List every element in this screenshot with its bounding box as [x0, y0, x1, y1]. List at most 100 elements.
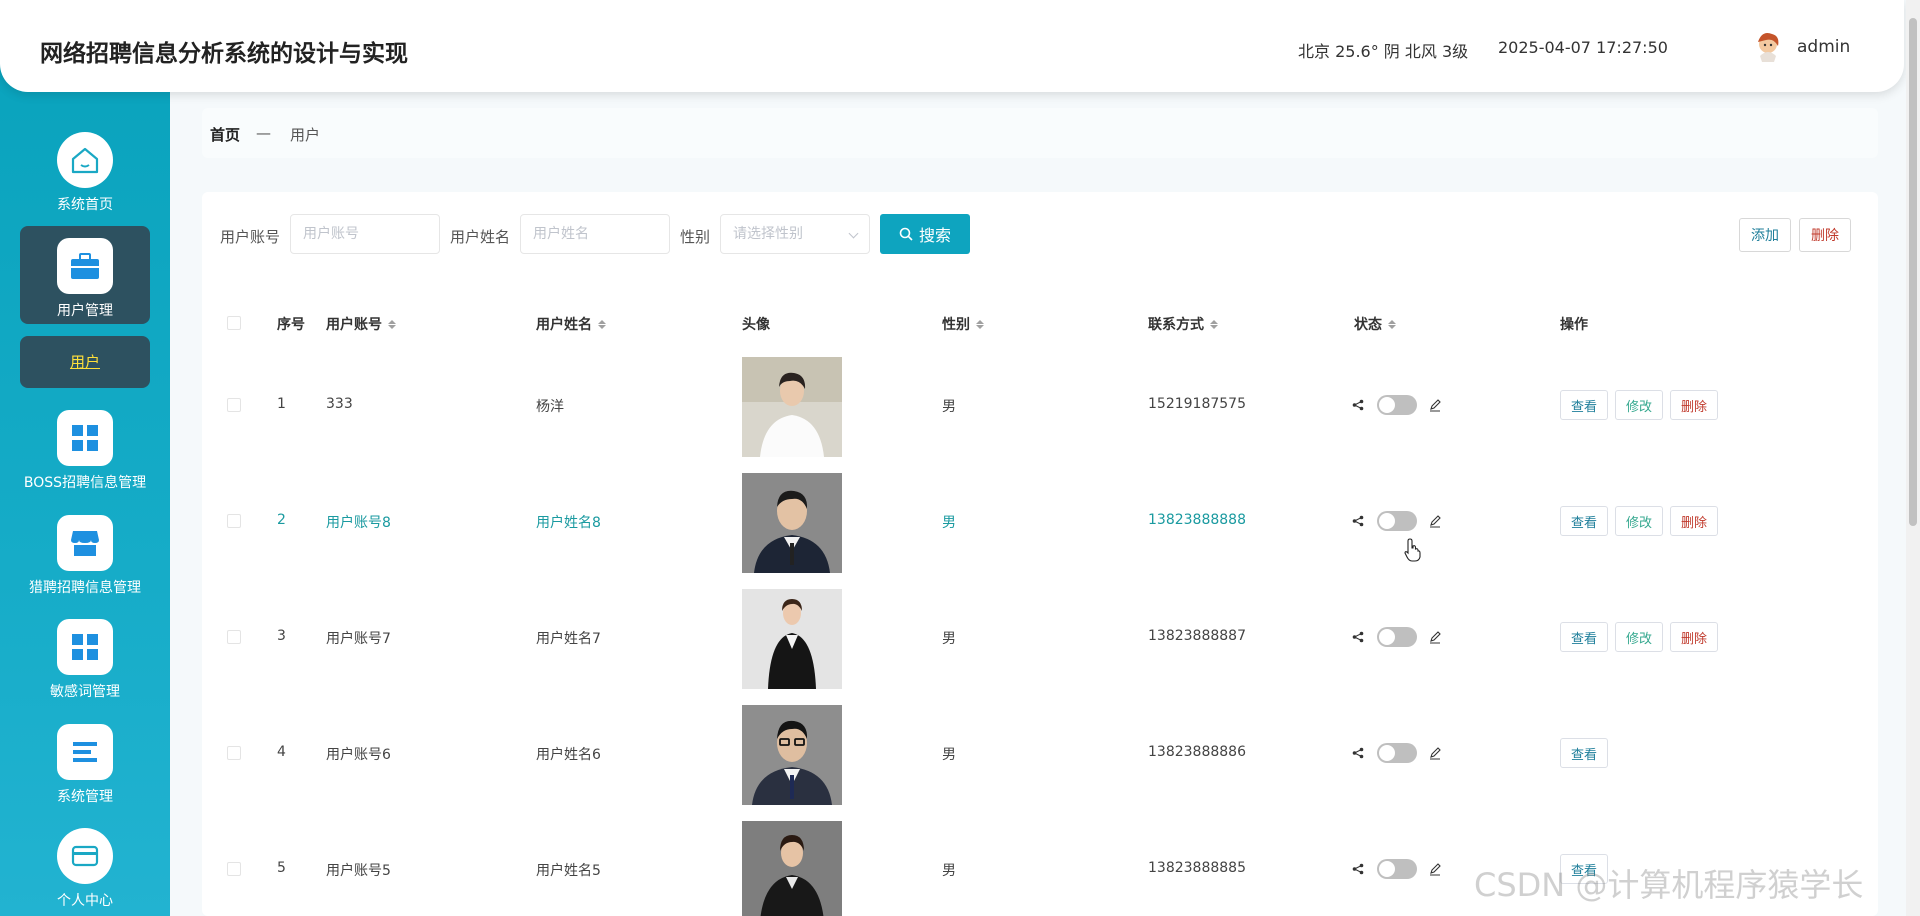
table-row[interactable]: 3 用户账号7 用户姓名7 男 13823888887 查看 修改 删除	[202, 579, 1878, 695]
sidebar-item-label: 个人中心	[57, 893, 113, 909]
sort-icon[interactable]	[976, 319, 984, 329]
view-button[interactable]: 查看	[1560, 622, 1608, 652]
column-header-index: 序号	[277, 314, 305, 334]
sidebar-item-profile[interactable]: 个人中心	[20, 816, 150, 914]
row-name: 用户姓名8	[536, 515, 601, 531]
column-header-status[interactable]: 状态	[1354, 314, 1396, 334]
sort-icon[interactable]	[388, 319, 396, 329]
delete-button[interactable]: 删除	[1670, 506, 1718, 536]
account-search-input[interactable]	[290, 214, 440, 254]
status-toggle[interactable]	[1377, 859, 1417, 879]
user-avatar-photo[interactable]	[742, 357, 842, 457]
edit-pencil-icon[interactable]	[1428, 862, 1442, 876]
scrollbar-thumb[interactable]	[1909, 18, 1917, 526]
share-icon[interactable]	[1352, 863, 1364, 875]
search-button[interactable]: 搜索	[880, 214, 970, 254]
breadcrumb-separator: —	[256, 124, 271, 142]
batch-delete-button[interactable]: 删除	[1799, 218, 1851, 252]
user-avatar-photo[interactable]	[742, 821, 842, 916]
sidebar-item-system[interactable]: 系统管理	[20, 712, 150, 810]
view-button[interactable]: 查看	[1560, 390, 1608, 420]
sidebar-item-label: 用户管理	[57, 303, 113, 319]
row-checkbox[interactable]	[227, 514, 241, 528]
table-row[interactable]: 2 用户账号8 用户姓名8 男 13823888888 查看 修改 删除	[202, 463, 1878, 579]
edit-button[interactable]: 修改	[1615, 506, 1663, 536]
row-checkbox[interactable]	[227, 630, 241, 644]
row-checkbox[interactable]	[227, 398, 241, 412]
row-account: 用户账号5	[326, 863, 391, 879]
delete-button[interactable]: 删除	[1670, 390, 1718, 420]
table-row[interactable]: 1 333 杨洋 男 15219187575 查看 修改 删除	[202, 347, 1878, 463]
name-search-input[interactable]	[520, 214, 670, 254]
edit-pencil-icon[interactable]	[1428, 630, 1442, 644]
sort-icon[interactable]	[598, 319, 606, 329]
user-avatar-photo[interactable]	[742, 705, 842, 805]
row-account: 用户账号7	[326, 631, 391, 647]
sidebar-item-sensitive-words[interactable]: 敏感词管理	[20, 607, 150, 705]
row-name: 用户姓名6	[536, 747, 601, 763]
status-toggle[interactable]	[1377, 743, 1417, 763]
sidebar-item-label: 猎聘招聘信息管理	[29, 580, 141, 596]
user-avatar-photo[interactable]	[742, 589, 842, 689]
row-account: 333	[326, 396, 353, 412]
view-button[interactable]: 查看	[1560, 738, 1608, 768]
sort-icon[interactable]	[1388, 319, 1396, 329]
share-icon[interactable]	[1352, 631, 1364, 643]
breadcrumb-current: 用户	[290, 126, 321, 144]
home-icon	[57, 132, 113, 188]
sidebar-item-liepin-jobs[interactable]: 猎聘招聘信息管理	[20, 503, 150, 601]
sidebar-subitem-user[interactable]: 用户	[20, 336, 150, 388]
edit-pencil-icon[interactable]	[1428, 746, 1442, 760]
select-all-checkbox[interactable]	[227, 316, 241, 330]
edit-button[interactable]: 修改	[1615, 390, 1663, 420]
row-index: 3	[277, 628, 286, 644]
sort-icon[interactable]	[1210, 319, 1218, 329]
row-phone: 13823888885	[1148, 860, 1246, 876]
row-checkbox[interactable]	[227, 746, 241, 760]
share-icon[interactable]	[1352, 747, 1364, 759]
status-toggle[interactable]	[1377, 395, 1417, 415]
share-icon[interactable]	[1352, 399, 1364, 411]
status-toggle[interactable]	[1377, 511, 1417, 531]
weather-info: 北京 25.6° 阴 北风 3级	[1298, 42, 1469, 61]
search-button-label: 搜索	[918, 228, 951, 245]
edit-pencil-icon[interactable]	[1428, 514, 1442, 528]
page-scrollbar[interactable]	[1906, 0, 1920, 916]
column-header-label: 头像	[742, 317, 770, 333]
column-header-avatar: 头像	[742, 314, 770, 334]
gender-search-label: 性别	[680, 228, 711, 246]
admin-username[interactable]: admin	[1797, 37, 1850, 57]
row-gender: 男	[942, 399, 956, 415]
row-name: 用户姓名7	[536, 631, 601, 647]
breadcrumb-home[interactable]: 首页	[210, 124, 240, 145]
breadcrumb: 首页 — 用户	[202, 108, 1878, 158]
edit-button[interactable]: 修改	[1615, 622, 1663, 652]
row-phone: 13823888888	[1148, 512, 1246, 528]
column-header-label: 性别	[942, 317, 970, 333]
delete-button[interactable]: 删除	[1670, 622, 1718, 652]
sidebar-item-home[interactable]: 系统首页	[20, 120, 150, 218]
row-index: 2	[277, 512, 286, 528]
column-header-gender[interactable]: 性别	[942, 314, 984, 334]
column-header-account[interactable]: 用户账号	[326, 314, 396, 334]
edit-pencil-icon[interactable]	[1428, 398, 1442, 412]
table-row[interactable]: 4 用户账号6 用户姓名6 男 13823888886 查看	[202, 695, 1878, 811]
row-index: 4	[277, 744, 286, 760]
chevron-down-icon	[848, 228, 859, 239]
sidebar-item-users[interactable]: 用户管理	[20, 226, 150, 324]
add-user-button[interactable]: 添加	[1739, 218, 1791, 252]
column-header-phone[interactable]: 联系方式	[1148, 314, 1218, 334]
user-avatar-photo[interactable]	[742, 473, 842, 573]
view-button[interactable]: 查看	[1560, 506, 1608, 536]
row-gender: 男	[942, 631, 956, 647]
sidebar-item-boss-jobs[interactable]: BOSS招聘信息管理	[20, 398, 150, 496]
column-header-name[interactable]: 用户姓名	[536, 314, 606, 334]
status-toggle[interactable]	[1377, 627, 1417, 647]
gender-select[interactable]: 请选择性别	[720, 214, 870, 254]
row-checkbox[interactable]	[227, 862, 241, 876]
user-avatar[interactable]	[1750, 28, 1786, 64]
share-icon[interactable]	[1352, 515, 1364, 527]
gender-select-placeholder: 请选择性别	[733, 226, 803, 242]
row-name: 杨洋	[536, 399, 564, 415]
search-icon	[899, 227, 913, 241]
